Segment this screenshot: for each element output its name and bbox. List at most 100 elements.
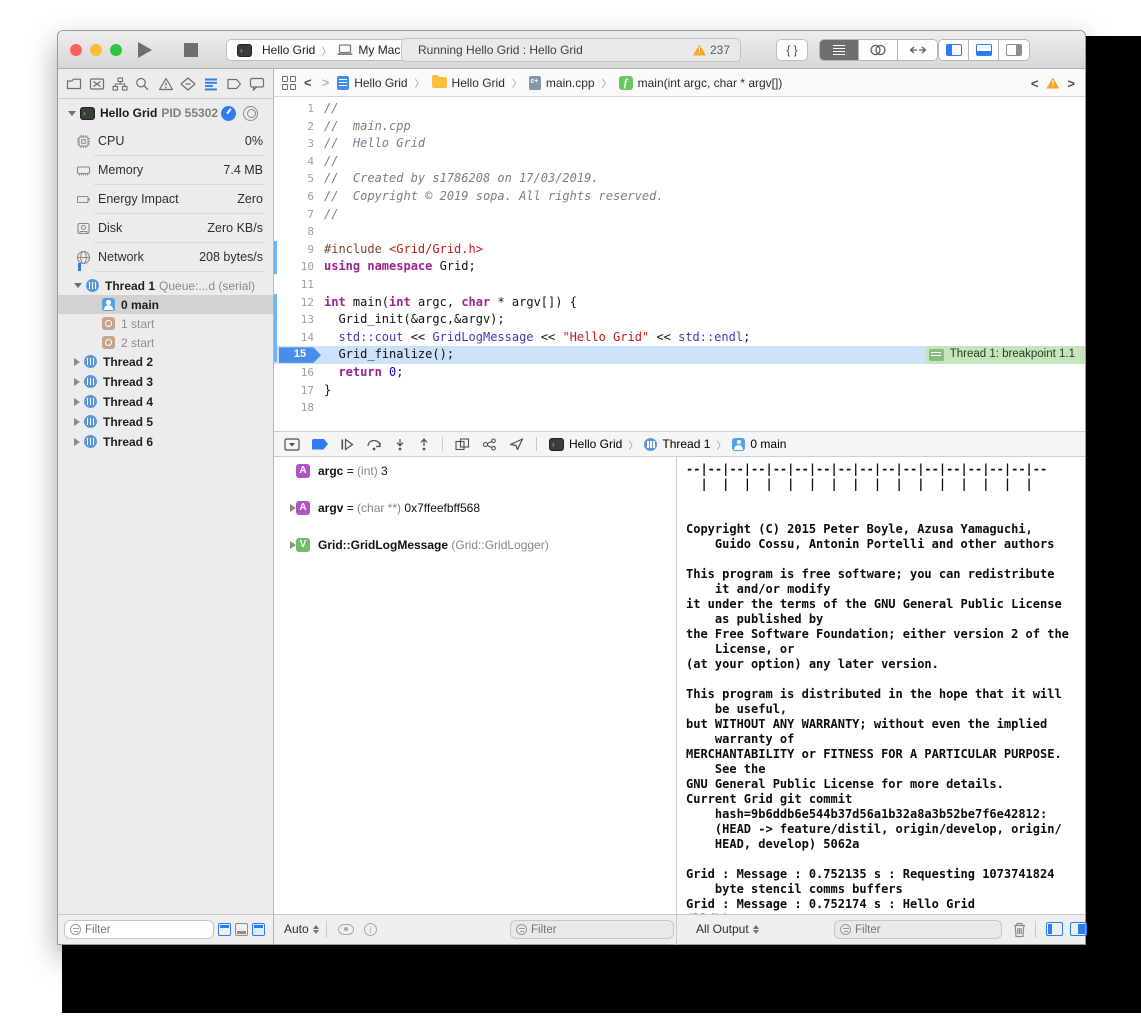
debug-breadcrumb-item[interactable]: Thread 1	[644, 437, 710, 451]
debug-breadcrumb-item[interactable]: 0 main	[732, 437, 786, 451]
close-button[interactable]	[70, 44, 82, 56]
toggle-debug-area-button[interactable]	[969, 40, 999, 60]
code-line[interactable]: 14 std::cout << GridLogMessage << "Hello…	[274, 329, 1085, 347]
activity-status-display[interactable]: Running Hello Grid : Hello Grid 237	[401, 38, 741, 62]
code-line[interactable]: 3// Hello Grid	[274, 135, 1085, 153]
filter-running-icon[interactable]	[218, 923, 231, 936]
jumpbar-item[interactable]: fmain(int argc, char * argv[])	[619, 76, 783, 90]
disclosure-triangle-icon[interactable]	[68, 111, 76, 116]
toggle-inspector-button[interactable]	[999, 40, 1029, 60]
debug-memory-graph-icon[interactable]	[482, 438, 497, 451]
quick-look-icon[interactable]	[338, 924, 354, 935]
minimize-button[interactable]	[90, 44, 102, 56]
toggle-variables-view-icon[interactable]	[1046, 922, 1063, 936]
version-editor-button[interactable]	[898, 40, 937, 60]
gauge-row-memory[interactable]: Memory7.4 MB	[58, 156, 273, 185]
stack-frame-row[interactable]: 1 start	[58, 314, 273, 333]
console-filter-field[interactable]	[834, 920, 1002, 939]
issue-warning-icon[interactable]	[1046, 78, 1059, 89]
profile-in-instruments-button[interactable]	[221, 106, 236, 121]
toggle-navigator-button[interactable]	[939, 40, 969, 60]
code-line[interactable]: 8	[274, 223, 1085, 241]
console-filter-input[interactable]	[855, 924, 996, 936]
code-line[interactable]: 15 Grid_finalize();Thread 1: breakpoint …	[274, 346, 1085, 364]
scheme-selector[interactable]: Hello Grid 〉 My Mac	[226, 39, 411, 61]
stack-frame-row[interactable]: 2 start	[58, 333, 273, 352]
process-row[interactable]: Hello Grid PID 55302	[58, 101, 273, 125]
filter-view-mode-icon[interactable]	[252, 923, 265, 936]
disclosure-triangle-icon[interactable]	[74, 438, 80, 446]
view-process-by-thread-button[interactable]	[243, 106, 258, 121]
disclosure-triangle-icon[interactable]	[74, 358, 80, 366]
console-output[interactable]: --|--|--|--|--|--|--|--|--|--|--|--|--|-…	[676, 457, 1085, 914]
console-output-scope-selector[interactable]: All Output	[696, 922, 759, 936]
code-line[interactable]: 11	[274, 276, 1085, 294]
disclosure-triangle-icon[interactable]	[74, 398, 80, 406]
hide-debug-area-icon[interactable]	[284, 438, 300, 451]
go-back-button[interactable]: <	[302, 75, 314, 90]
code-line[interactable]: 17}	[274, 382, 1085, 400]
step-out-icon[interactable]	[418, 438, 430, 451]
code-line[interactable]: 18	[274, 399, 1085, 417]
jumpbar-item[interactable]: main.cpp	[529, 76, 595, 90]
thread-row[interactable]: Thread 4	[58, 392, 273, 411]
clear-console-icon[interactable]	[1012, 921, 1027, 938]
simulate-location-icon[interactable]	[509, 437, 524, 451]
gauge-row-network[interactable]: Network208 bytes/s	[58, 243, 273, 272]
test-navigator-icon[interactable]	[178, 73, 199, 95]
disclosure-triangle-icon[interactable]	[74, 283, 82, 288]
thread-row[interactable]: Thread 2	[58, 352, 273, 371]
related-items-icon[interactable]	[282, 76, 296, 90]
gauge-row-disk[interactable]: DiskZero KB/s	[58, 214, 273, 243]
next-issue-button[interactable]: >	[1065, 76, 1077, 91]
warning-count[interactable]: 237	[710, 43, 730, 57]
jumpbar-item[interactable]: Hello Grid	[337, 76, 407, 90]
breakpoints-toggle-icon[interactable]	[312, 439, 328, 450]
source-control-navigator-icon[interactable]	[87, 73, 108, 95]
variable-row[interactable]: VGrid::GridLogMessage (Grid::GridLogger)	[274, 536, 676, 554]
find-navigator-icon[interactable]	[132, 73, 153, 95]
info-icon[interactable]: i	[364, 923, 377, 936]
jumpbar-item[interactable]: Hello Grid	[432, 76, 505, 90]
thread-row[interactable]: Thread 3	[58, 372, 273, 391]
debug-view-hierarchy-icon[interactable]	[455, 438, 470, 451]
thread-row[interactable]: Thread 6	[58, 432, 273, 451]
source-editor[interactable]: 1//2// main.cpp3// Hello Grid4//5// Crea…	[274, 97, 1085, 431]
breakpoint-navigator-icon[interactable]	[223, 73, 244, 95]
zoom-button[interactable]	[110, 44, 122, 56]
issue-navigator-icon[interactable]	[155, 73, 176, 95]
go-forward-button[interactable]: >	[320, 75, 332, 90]
symbol-navigator-icon[interactable]	[110, 73, 131, 95]
variable-row[interactable]: Aargc = (int) 3	[274, 462, 676, 480]
code-line[interactable]: 9#include <Grid/Grid.h>	[274, 241, 1085, 259]
standard-editor-button[interactable]	[820, 40, 859, 60]
code-line[interactable]: 5// Created by s1786208 on 17/03/2019.	[274, 170, 1085, 188]
navigator-filter-field[interactable]	[64, 920, 214, 939]
code-line[interactable]: 6// Copyright © 2019 sopa. All rights re…	[274, 188, 1085, 206]
step-over-icon[interactable]	[366, 438, 382, 451]
filter-stack-frames-icon[interactable]	[235, 923, 248, 936]
variables-scope-selector[interactable]: Auto	[284, 922, 319, 936]
code-line[interactable]: 10using namespace Grid;	[274, 258, 1085, 276]
variables-filter-input[interactable]	[531, 924, 668, 936]
disclosure-triangle-icon[interactable]	[74, 378, 80, 386]
previous-issue-button[interactable]: <	[1029, 76, 1041, 91]
assistant-editor-button[interactable]	[859, 40, 898, 60]
code-line[interactable]: 12int main(int argc, char * argv[]) {	[274, 294, 1085, 312]
stack-frame-row[interactable]: 0 main	[58, 295, 273, 314]
debug-breadcrumb-item[interactable]: Hello Grid	[549, 437, 622, 451]
code-line[interactable]: 1//	[274, 100, 1085, 118]
variable-row[interactable]: Aargv = (char **) 0x7ffeefbff568	[274, 499, 676, 517]
step-into-icon[interactable]	[394, 438, 406, 451]
code-line[interactable]: 16 return 0;	[274, 364, 1085, 382]
run-button[interactable]	[138, 42, 152, 58]
library-button[interactable]: { }	[776, 39, 808, 61]
code-line[interactable]: 13 Grid_init(&argc,&argv);	[274, 311, 1085, 329]
gauge-row-energy-impact[interactable]: Energy ImpactZero	[58, 185, 273, 214]
variables-filter-field[interactable]	[510, 920, 674, 939]
stop-button[interactable]	[184, 43, 198, 57]
code-line[interactable]: 4//	[274, 153, 1085, 171]
gauge-row-cpu[interactable]: CPU0%	[58, 127, 273, 156]
navigator-filter-input[interactable]	[85, 924, 208, 936]
code-line[interactable]: 2// main.cpp	[274, 118, 1085, 136]
